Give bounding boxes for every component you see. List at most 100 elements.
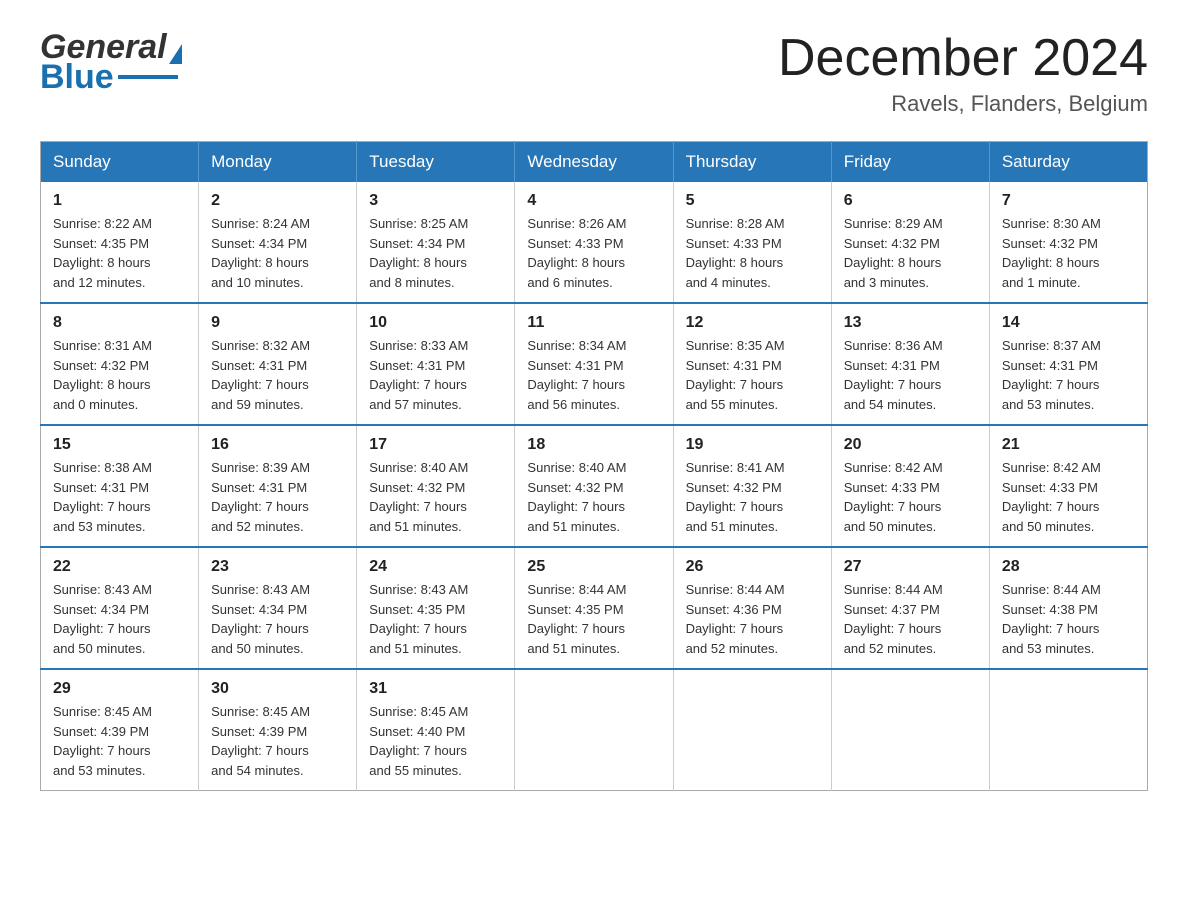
- day-info: Sunrise: 8:38 AMSunset: 4:31 PMDaylight:…: [53, 460, 152, 534]
- day-number: 2: [211, 192, 344, 210]
- day-cell: 10 Sunrise: 8:33 AMSunset: 4:31 PMDaylig…: [357, 303, 515, 425]
- day-info: Sunrise: 8:43 AMSunset: 4:34 PMDaylight:…: [53, 582, 152, 656]
- day-info: Sunrise: 8:36 AMSunset: 4:31 PMDaylight:…: [844, 338, 943, 412]
- day-number: 20: [844, 436, 977, 454]
- day-number: 9: [211, 314, 344, 332]
- day-info: Sunrise: 8:44 AMSunset: 4:38 PMDaylight:…: [1002, 582, 1101, 656]
- day-info: Sunrise: 8:25 AMSunset: 4:34 PMDaylight:…: [369, 216, 468, 290]
- day-header-thursday: Thursday: [673, 142, 831, 183]
- day-header-wednesday: Wednesday: [515, 142, 673, 183]
- day-cell: 13 Sunrise: 8:36 AMSunset: 4:31 PMDaylig…: [831, 303, 989, 425]
- day-cell: 28 Sunrise: 8:44 AMSunset: 4:38 PMDaylig…: [989, 547, 1147, 669]
- day-cell: [831, 669, 989, 791]
- day-number: 31: [369, 680, 502, 698]
- day-number: 18: [527, 436, 660, 454]
- day-number: 5: [686, 192, 819, 210]
- day-info: Sunrise: 8:43 AMSunset: 4:35 PMDaylight:…: [369, 582, 468, 656]
- day-cell: 17 Sunrise: 8:40 AMSunset: 4:32 PMDaylig…: [357, 425, 515, 547]
- day-cell: 19 Sunrise: 8:41 AMSunset: 4:32 PMDaylig…: [673, 425, 831, 547]
- day-cell: 31 Sunrise: 8:45 AMSunset: 4:40 PMDaylig…: [357, 669, 515, 791]
- day-cell: 16 Sunrise: 8:39 AMSunset: 4:31 PMDaylig…: [199, 425, 357, 547]
- day-info: Sunrise: 8:42 AMSunset: 4:33 PMDaylight:…: [844, 460, 943, 534]
- day-cell: 27 Sunrise: 8:44 AMSunset: 4:37 PMDaylig…: [831, 547, 989, 669]
- day-cell: 25 Sunrise: 8:44 AMSunset: 4:35 PMDaylig…: [515, 547, 673, 669]
- day-number: 27: [844, 558, 977, 576]
- logo: General Blue: [40, 30, 182, 94]
- day-cell: 21 Sunrise: 8:42 AMSunset: 4:33 PMDaylig…: [989, 425, 1147, 547]
- day-number: 8: [53, 314, 186, 332]
- day-number: 26: [686, 558, 819, 576]
- day-info: Sunrise: 8:44 AMSunset: 4:36 PMDaylight:…: [686, 582, 785, 656]
- day-number: 7: [1002, 192, 1135, 210]
- day-info: Sunrise: 8:29 AMSunset: 4:32 PMDaylight:…: [844, 216, 943, 290]
- day-cell: 1 Sunrise: 8:22 AMSunset: 4:35 PMDayligh…: [41, 182, 199, 303]
- day-cell: 14 Sunrise: 8:37 AMSunset: 4:31 PMDaylig…: [989, 303, 1147, 425]
- day-info: Sunrise: 8:45 AMSunset: 4:39 PMDaylight:…: [211, 704, 310, 778]
- day-cell: [515, 669, 673, 791]
- day-cell: 24 Sunrise: 8:43 AMSunset: 4:35 PMDaylig…: [357, 547, 515, 669]
- day-number: 11: [527, 314, 660, 332]
- day-cell: 15 Sunrise: 8:38 AMSunset: 4:31 PMDaylig…: [41, 425, 199, 547]
- header: General Blue December 2024 Ravels, Fland…: [40, 30, 1148, 117]
- day-header-monday: Monday: [199, 142, 357, 183]
- day-cell: 3 Sunrise: 8:25 AMSunset: 4:34 PMDayligh…: [357, 182, 515, 303]
- day-info: Sunrise: 8:45 AMSunset: 4:39 PMDaylight:…: [53, 704, 152, 778]
- day-number: 19: [686, 436, 819, 454]
- day-cell: 22 Sunrise: 8:43 AMSunset: 4:34 PMDaylig…: [41, 547, 199, 669]
- day-cell: 8 Sunrise: 8:31 AMSunset: 4:32 PMDayligh…: [41, 303, 199, 425]
- day-number: 13: [844, 314, 977, 332]
- day-cell: 9 Sunrise: 8:32 AMSunset: 4:31 PMDayligh…: [199, 303, 357, 425]
- day-cell: 4 Sunrise: 8:26 AMSunset: 4:33 PMDayligh…: [515, 182, 673, 303]
- day-cell: 23 Sunrise: 8:43 AMSunset: 4:34 PMDaylig…: [199, 547, 357, 669]
- day-header-saturday: Saturday: [989, 142, 1147, 183]
- day-info: Sunrise: 8:43 AMSunset: 4:34 PMDaylight:…: [211, 582, 310, 656]
- day-number: 1: [53, 192, 186, 210]
- day-info: Sunrise: 8:31 AMSunset: 4:32 PMDaylight:…: [53, 338, 152, 412]
- day-number: 3: [369, 192, 502, 210]
- day-cell: 11 Sunrise: 8:34 AMSunset: 4:31 PMDaylig…: [515, 303, 673, 425]
- day-header-sunday: Sunday: [41, 142, 199, 183]
- header-row: SundayMondayTuesdayWednesdayThursdayFrid…: [41, 142, 1148, 183]
- day-cell: 7 Sunrise: 8:30 AMSunset: 4:32 PMDayligh…: [989, 182, 1147, 303]
- day-cell: 12 Sunrise: 8:35 AMSunset: 4:31 PMDaylig…: [673, 303, 831, 425]
- day-cell: 18 Sunrise: 8:40 AMSunset: 4:32 PMDaylig…: [515, 425, 673, 547]
- day-info: Sunrise: 8:42 AMSunset: 4:33 PMDaylight:…: [1002, 460, 1101, 534]
- day-number: 4: [527, 192, 660, 210]
- day-cell: [673, 669, 831, 791]
- day-number: 28: [1002, 558, 1135, 576]
- day-info: Sunrise: 8:45 AMSunset: 4:40 PMDaylight:…: [369, 704, 468, 778]
- week-row-1: 1 Sunrise: 8:22 AMSunset: 4:35 PMDayligh…: [41, 182, 1148, 303]
- day-cell: 26 Sunrise: 8:44 AMSunset: 4:36 PMDaylig…: [673, 547, 831, 669]
- day-info: Sunrise: 8:40 AMSunset: 4:32 PMDaylight:…: [369, 460, 468, 534]
- day-info: Sunrise: 8:41 AMSunset: 4:32 PMDaylight:…: [686, 460, 785, 534]
- day-number: 24: [369, 558, 502, 576]
- day-info: Sunrise: 8:32 AMSunset: 4:31 PMDaylight:…: [211, 338, 310, 412]
- day-info: Sunrise: 8:34 AMSunset: 4:31 PMDaylight:…: [527, 338, 626, 412]
- day-info: Sunrise: 8:28 AMSunset: 4:33 PMDaylight:…: [686, 216, 785, 290]
- calendar-table: SundayMondayTuesdayWednesdayThursdayFrid…: [40, 141, 1148, 791]
- day-number: 14: [1002, 314, 1135, 332]
- title-area: December 2024 Ravels, Flanders, Belgium: [778, 30, 1148, 117]
- day-number: 17: [369, 436, 502, 454]
- day-info: Sunrise: 8:37 AMSunset: 4:31 PMDaylight:…: [1002, 338, 1101, 412]
- day-info: Sunrise: 8:24 AMSunset: 4:34 PMDaylight:…: [211, 216, 310, 290]
- day-info: Sunrise: 8:26 AMSunset: 4:33 PMDaylight:…: [527, 216, 626, 290]
- day-number: 16: [211, 436, 344, 454]
- day-info: Sunrise: 8:39 AMSunset: 4:31 PMDaylight:…: [211, 460, 310, 534]
- day-number: 6: [844, 192, 977, 210]
- day-cell: 5 Sunrise: 8:28 AMSunset: 4:33 PMDayligh…: [673, 182, 831, 303]
- day-cell: [989, 669, 1147, 791]
- day-number: 25: [527, 558, 660, 576]
- day-number: 15: [53, 436, 186, 454]
- day-info: Sunrise: 8:40 AMSunset: 4:32 PMDaylight:…: [527, 460, 626, 534]
- month-title: December 2024: [778, 30, 1148, 87]
- day-number: 21: [1002, 436, 1135, 454]
- day-cell: 2 Sunrise: 8:24 AMSunset: 4:34 PMDayligh…: [199, 182, 357, 303]
- day-header-tuesday: Tuesday: [357, 142, 515, 183]
- day-number: 30: [211, 680, 344, 698]
- day-number: 29: [53, 680, 186, 698]
- day-header-friday: Friday: [831, 142, 989, 183]
- day-cell: 30 Sunrise: 8:45 AMSunset: 4:39 PMDaylig…: [199, 669, 357, 791]
- week-row-4: 22 Sunrise: 8:43 AMSunset: 4:34 PMDaylig…: [41, 547, 1148, 669]
- day-number: 22: [53, 558, 186, 576]
